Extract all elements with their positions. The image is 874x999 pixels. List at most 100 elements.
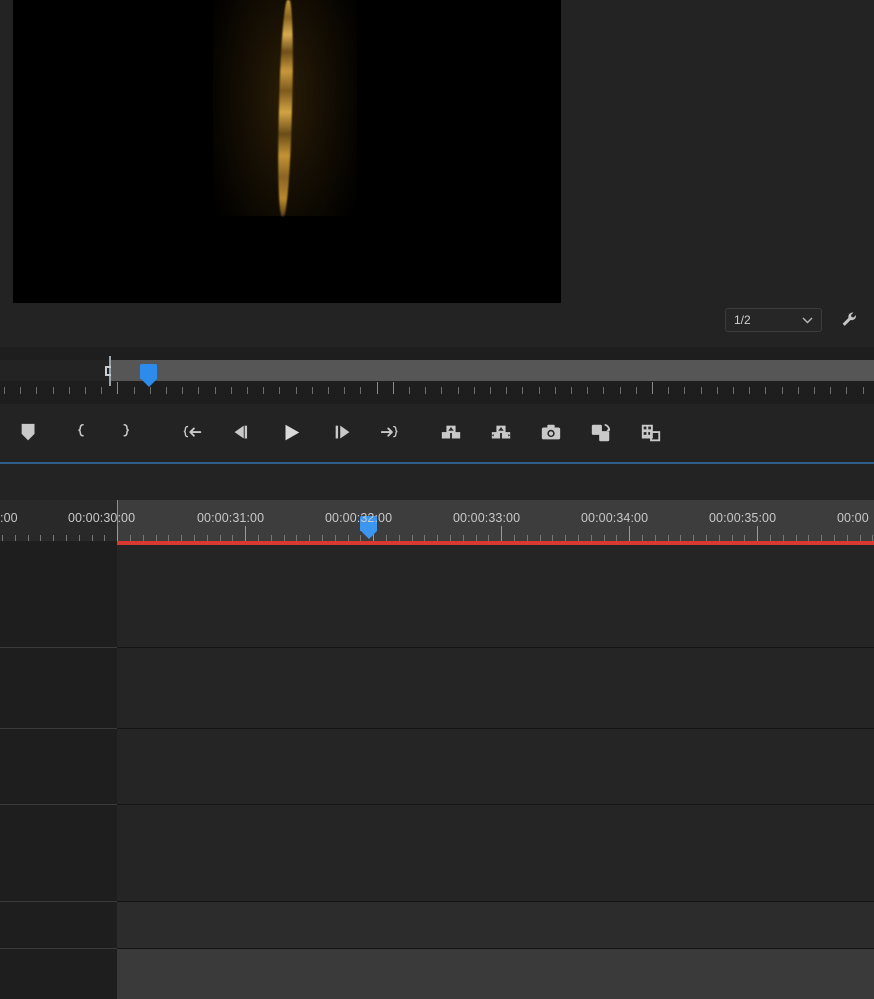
scrub-tick [620,387,621,394]
scrub-tick [814,387,815,394]
scrub-tick [85,387,86,394]
scrub-tick [344,387,345,394]
ruler-timecode-label: 00:00:33:00 [453,511,521,525]
ruler-tick [757,526,758,542]
scrub-tick [247,387,248,394]
go-to-out-button[interactable] [374,416,408,450]
scrub-tick [863,387,864,394]
add-marker-button[interactable] [12,416,46,450]
ruler-tick [117,526,118,542]
track-v3-header[interactable] [0,545,117,647]
scrub-tick [830,387,831,394]
scrub-tick [328,387,329,394]
chevron-down-icon [802,317,813,323]
timeline-header-strip [0,464,874,505]
ruler-timecode-label: 00:00:32:00 [325,511,393,525]
camera-icon [541,424,561,440]
scrub-tick [684,387,685,394]
scrub-tick [360,387,361,394]
ruler-timecode-label: :00 [0,511,18,525]
scrub-tick [4,387,5,394]
scrub-bar-track[interactable] [111,360,874,381]
ruler-timecode-label: 00:00 [837,511,869,525]
scrub-tick [393,382,394,394]
scrub-tick [296,387,297,394]
track-a1-header[interactable] [0,805,117,901]
go-to-in-button[interactable] [176,416,210,450]
scrub-tick [425,387,426,394]
scrub-tick [215,387,216,394]
track-a2-area[interactable] [0,902,874,948]
ruler-timecode-label: 00:00:30:00 [68,511,136,525]
play-icon [285,424,300,441]
timeline-ruler-ticks [0,526,874,542]
scrub-tick [668,387,669,394]
scrub-tick [150,387,151,394]
mark-in-button[interactable] [66,416,100,450]
step-forward-icon [335,425,350,439]
track-v1-header[interactable] [0,729,117,804]
scrub-tick [409,387,410,394]
track-v1-area[interactable] [0,729,874,804]
mark-out-button[interactable] [110,416,144,450]
scrub-tick [603,387,604,394]
track-a3-area[interactable] [0,949,874,999]
lift-icon [441,425,461,439]
track-v2-header[interactable] [0,648,117,728]
track-a1-area[interactable] [0,805,874,901]
scrub-tick [490,387,491,394]
monitor-scrub-bar[interactable] [0,352,874,396]
track-a3-header[interactable] [0,949,117,999]
scrub-tick [798,387,799,394]
mark-in-icon [78,423,84,437]
track-a2-header[interactable] [0,902,117,948]
extract-button[interactable] [484,416,518,450]
track-v2-area[interactable] [0,648,874,728]
scrub-bar-inactive-region [0,360,111,381]
scrub-tick [279,387,280,394]
scrub-tick [636,387,637,394]
scrub-tick [506,387,507,394]
scrub-tick [717,387,718,394]
ruler-timecode-label: 00:00:31:00 [197,511,265,525]
scrub-tick [522,387,523,394]
go-to-out-icon [380,425,398,438]
scrub-tick [36,387,37,394]
scrub-tick [749,387,750,394]
scrub-tick [474,387,475,394]
scrub-tick [782,387,783,394]
step-forward-button[interactable] [326,416,360,450]
go-to-in-icon [183,425,202,438]
playback-resolution-dropdown[interactable]: 1/2 [725,308,822,332]
scrub-tick [539,387,540,394]
timeline-playhead-tip [360,531,377,539]
scrub-tick [166,387,167,394]
ruler-tick [629,526,630,542]
step-back-icon [234,425,248,439]
scrub-tick [20,387,21,394]
mark-out-icon [123,423,129,437]
button-editor-button[interactable] [634,416,668,450]
scrub-tick [701,387,702,394]
timeline-panel: ment Layer fx Nested Sequence 25 fx beer… [0,464,874,999]
premiere-pro-window: 1/2:00 00:00:30:00 00:00:31:00 00:00:32… [0,0,874,999]
scrub-tick [101,387,102,394]
scrub-tick [571,387,572,394]
export-frame-button[interactable] [534,416,568,450]
ruler-tick [501,526,502,542]
comparison-view-button[interactable] [584,416,618,450]
lift-button[interactable] [434,416,468,450]
scrub-tick [182,387,183,394]
step-back-button[interactable] [224,416,258,450]
scrub-tick [263,387,264,394]
video-preview[interactable] [13,0,561,303]
play-stop-button[interactable] [274,416,308,450]
playback-resolution-value: 1/2 [734,313,751,327]
ruler-timecode-label: 00:00:34:00 [581,511,649,525]
filmstrip-icon [641,424,661,442]
settings-wrench-button[interactable] [838,308,862,332]
track-v3-area[interactable] [0,545,874,647]
scrub-tick [231,387,232,394]
program-monitor-panel: 1/2 [0,0,874,347]
pour-background [213,0,357,216]
